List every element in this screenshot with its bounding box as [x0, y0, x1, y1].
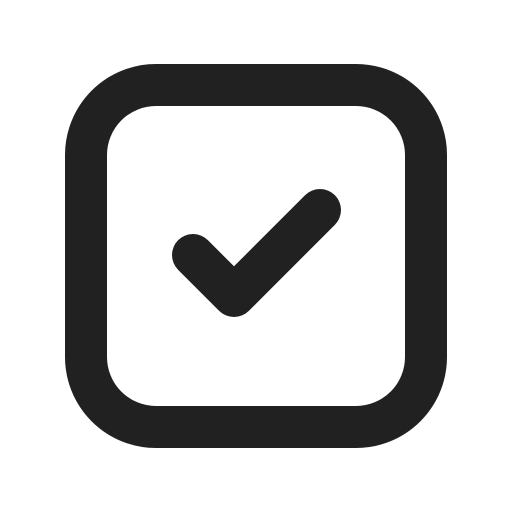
checkmark-icon: [172, 189, 341, 317]
checkbox-checked-icon[interactable]: [0, 0, 512, 512]
icon-canvas: [0, 0, 512, 512]
